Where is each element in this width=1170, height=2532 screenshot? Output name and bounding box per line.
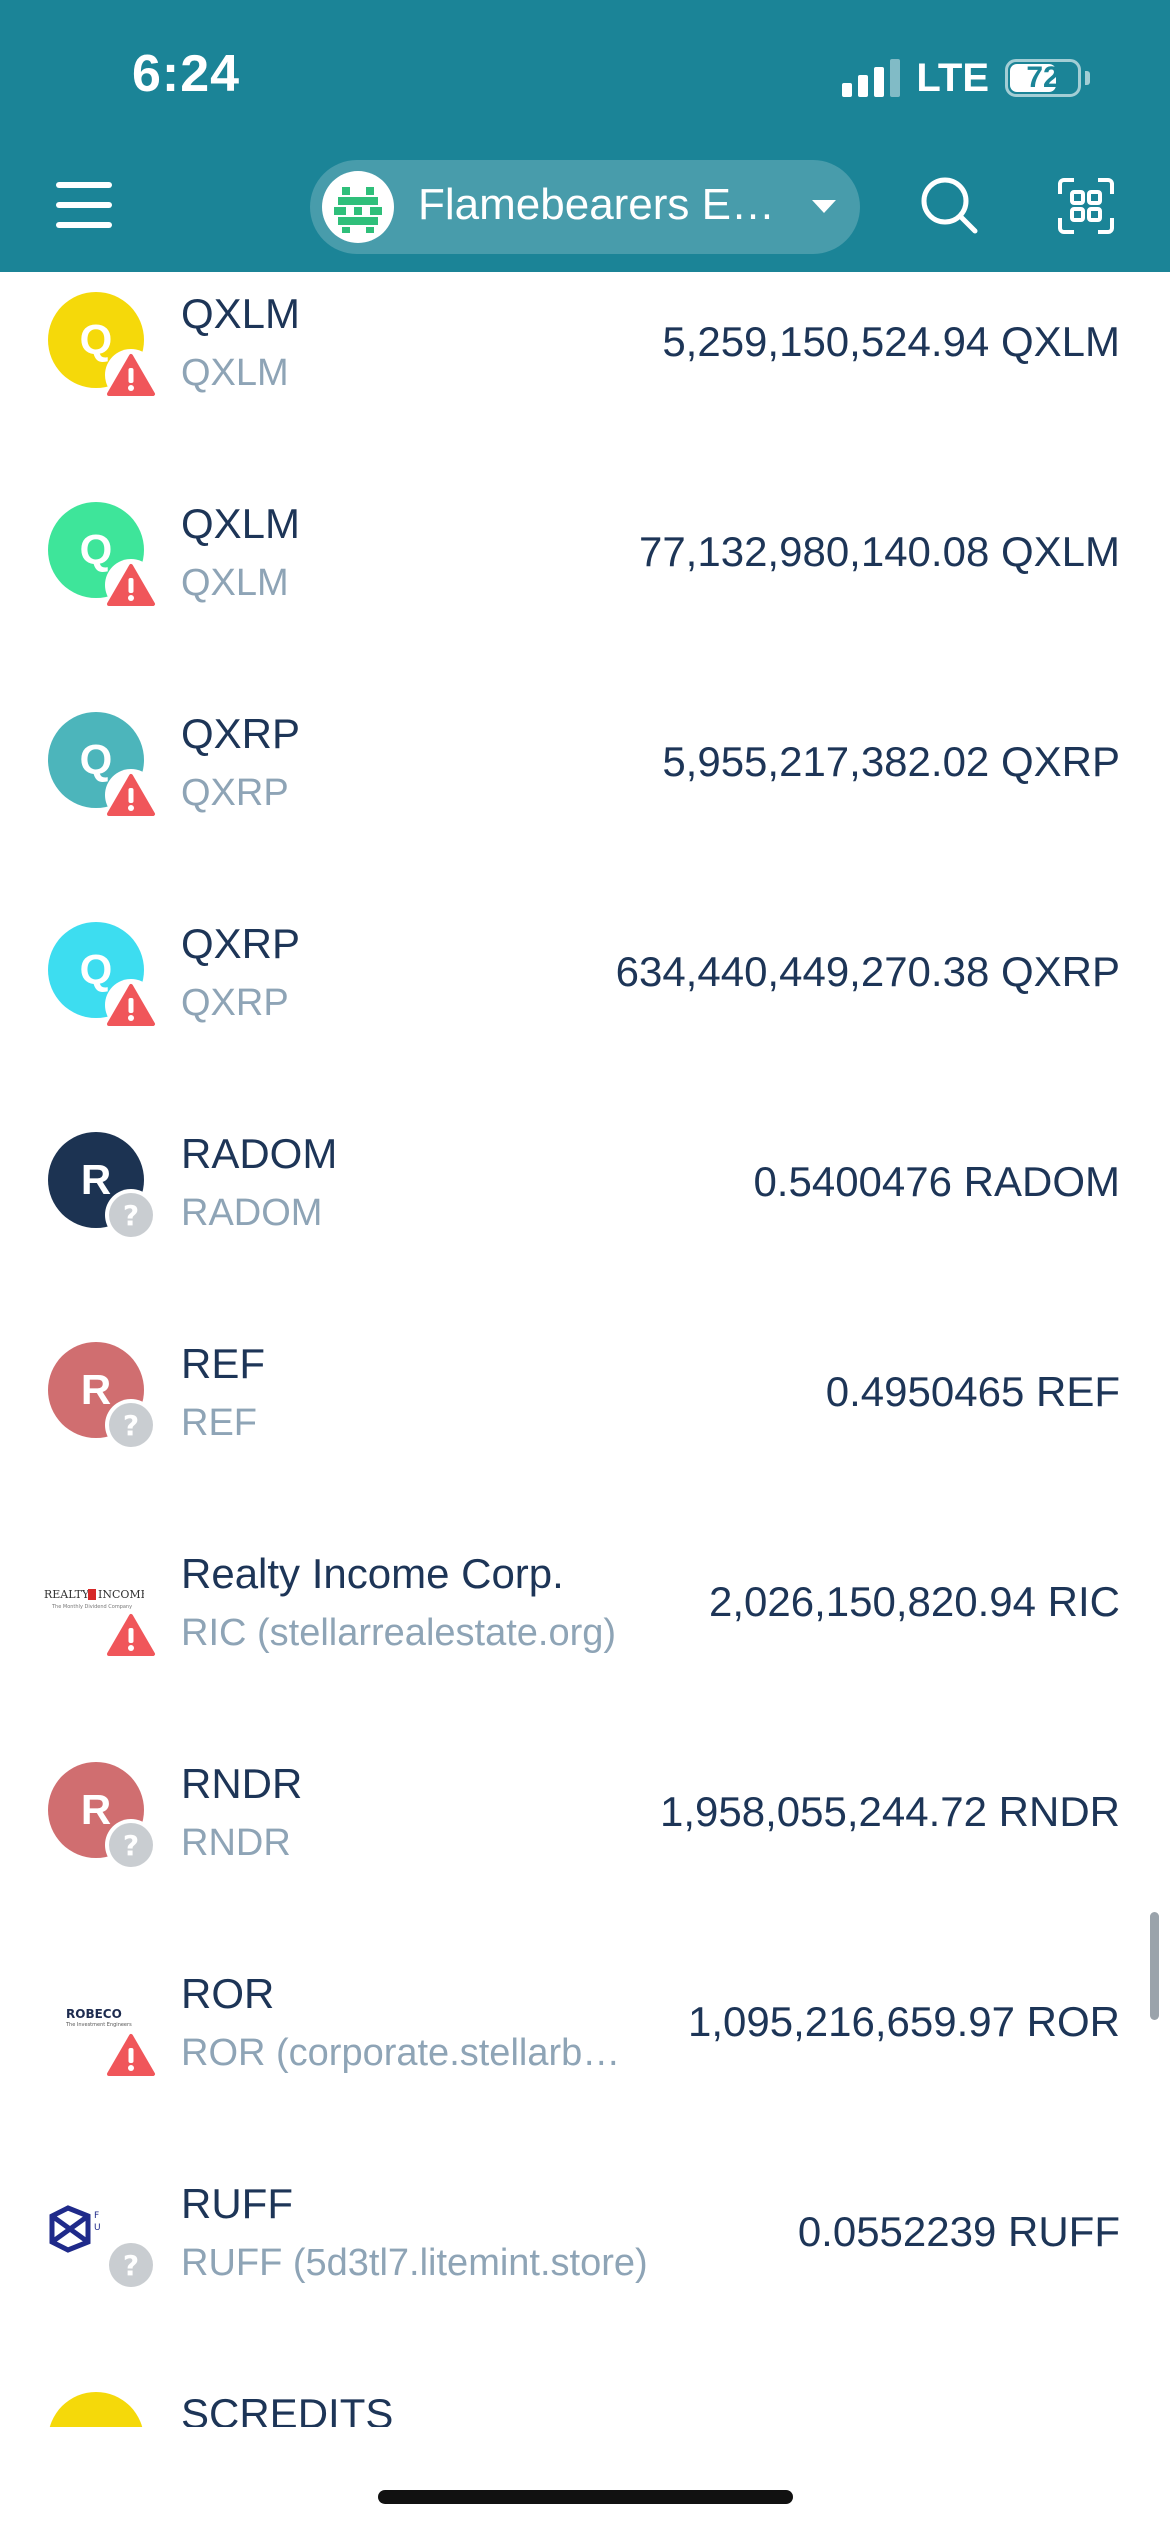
- asset-row[interactable]: REALTY INCOME The Monthly Dividend Company…: [0, 1512, 1170, 1722]
- svg-text:F: F: [94, 2211, 99, 2221]
- asset-row[interactable]: Q QXRP QXRP 634,440,449,270.38 QXRP: [0, 882, 1170, 1092]
- asset-list[interactable]: Q QXLM QXLM 5,259,150,524.94 QXLM Q QXLM QXLM 7…: [0, 272, 1170, 2427]
- svg-text:?: ?: [123, 1829, 139, 1862]
- asset-name: RNDR: [181, 1760, 303, 1807]
- svg-text:REALTY: REALTY: [44, 1588, 90, 1601]
- network-type: LTE: [916, 55, 989, 100]
- asset-name: Realty Income Corp.: [181, 1550, 564, 1597]
- asset-balance: 0.4950465 REF: [825, 1368, 1120, 1415]
- asset-balance: 2,026,150,820.94 RIC: [709, 1578, 1120, 1625]
- asset-name: RUFF: [181, 2180, 293, 2227]
- home-indicator[interactable]: [378, 2490, 793, 2504]
- cellular-signal-icon: [842, 59, 901, 97]
- asset-balance: 1,095,216,659.97 ROR: [688, 1998, 1120, 2045]
- unknown-asset-icon: ?: [104, 1188, 158, 1242]
- asset-row[interactable]: R? RNDR RNDR 1,958,055,244.72 RNDR: [0, 1722, 1170, 1932]
- asset-row[interactable]: F U? RUFF RUFF (5d3tl7.litemint.store) 0.055…: [0, 2142, 1170, 2352]
- asset-code: RNDR: [181, 1822, 291, 1864]
- unknown-asset-icon: ?: [104, 2238, 158, 2292]
- warning-icon: [104, 348, 158, 402]
- asset-balance: 0.5400476 RADOM: [753, 1158, 1120, 1205]
- asset-row[interactable]: Q QXLM QXLM 77,132,980,140.08 QXLM: [0, 462, 1170, 672]
- asset-name: ROR: [181, 1970, 275, 2017]
- warning-icon: [104, 768, 158, 822]
- asset-name: QXRP: [181, 920, 301, 967]
- warning-icon: [104, 2028, 158, 2082]
- asset-name: RADOM: [181, 1130, 338, 1177]
- asset-name: SCREDITS: [181, 2390, 394, 2427]
- hamburger-menu-icon[interactable]: [56, 180, 112, 230]
- asset-code: ROR (corporate.stellarb…: [181, 2032, 621, 2074]
- asset-row[interactable]: R? REF REF 0.4950465 REF: [0, 1302, 1170, 1512]
- account-avatar: [322, 171, 394, 243]
- asset-code: REF: [181, 1402, 257, 1444]
- qr-scan-icon[interactable]: [1056, 176, 1116, 236]
- asset-code: QXLM: [181, 562, 289, 604]
- scrollbar[interactable]: [1150, 1912, 1159, 2020]
- asset-code: RUFF (5d3tl7.litemint.store): [181, 2242, 648, 2284]
- svg-text:INCOME: INCOME: [98, 1588, 144, 1601]
- svg-text:U: U: [94, 2223, 101, 2233]
- asset-code: QXRP: [181, 982, 289, 1024]
- asset-name: REF: [181, 1340, 265, 1387]
- unknown-asset-icon: ?: [104, 1398, 158, 1452]
- asset-code: QXLM: [181, 352, 289, 394]
- app-header: 6:24 LTE 72 Flamebearers E…: [0, 0, 1170, 272]
- asset-code: RADOM: [181, 1192, 323, 1234]
- svg-text:?: ?: [123, 1199, 139, 1232]
- svg-text:?: ?: [123, 2249, 139, 2282]
- search-icon[interactable]: [918, 174, 980, 236]
- asset-row[interactable]: SCREDITS: [0, 2352, 1170, 2427]
- svg-text:?: ?: [123, 1409, 139, 1442]
- unknown-asset-icon: ?: [104, 1818, 158, 1872]
- asset-row[interactable]: R? RADOM RADOM 0.5400476 RADOM: [0, 1092, 1170, 1302]
- asset-coin-letter: [48, 2392, 144, 2427]
- svg-text:ROBECO: ROBECO: [66, 2007, 122, 2021]
- asset-balance: 5,259,150,524.94 QXLM: [662, 318, 1120, 365]
- asset-name: QXRP: [181, 710, 301, 757]
- warning-icon: [104, 558, 158, 612]
- status-time: 6:24: [132, 45, 241, 103]
- chevron-down-icon: [812, 200, 836, 213]
- asset-row[interactable]: Q QXLM QXLM 5,259,150,524.94 QXLM: [0, 272, 1170, 462]
- asset-row[interactable]: Q QXRP QXRP 5,955,217,382.02 QXRP: [0, 672, 1170, 882]
- asset-name: QXLM: [181, 290, 301, 337]
- battery-level: 72: [1026, 61, 1060, 94]
- account-name: Flamebearers E…: [418, 180, 776, 229]
- asset-code: QXRP: [181, 772, 289, 814]
- battery-icon: 72: [1005, 59, 1081, 97]
- asset-balance: 0.0552239 RUFF: [797, 2208, 1120, 2255]
- asset-coin-icon: [48, 2392, 144, 2427]
- warning-icon: [104, 1608, 158, 1662]
- asset-name: QXLM: [181, 500, 301, 547]
- asset-code: RIC (stellarrealestate.org): [181, 1612, 617, 1654]
- account-switcher[interactable]: Flamebearers E…: [310, 160, 860, 254]
- asset-row[interactable]: ROBECO The Investment Engineers ROR ROR (co…: [0, 1932, 1170, 2142]
- asset-balance: 5,955,217,382.02 QXRP: [662, 738, 1120, 785]
- status-indicators: LTE 72: [842, 54, 1090, 102]
- asset-balance: 634,440,449,270.38 QXRP: [615, 948, 1120, 995]
- asset-balance: 77,132,980,140.08 QXLM: [638, 528, 1120, 575]
- warning-icon: [104, 978, 158, 1032]
- asset-balance: 1,958,055,244.72 RNDR: [660, 1788, 1120, 1835]
